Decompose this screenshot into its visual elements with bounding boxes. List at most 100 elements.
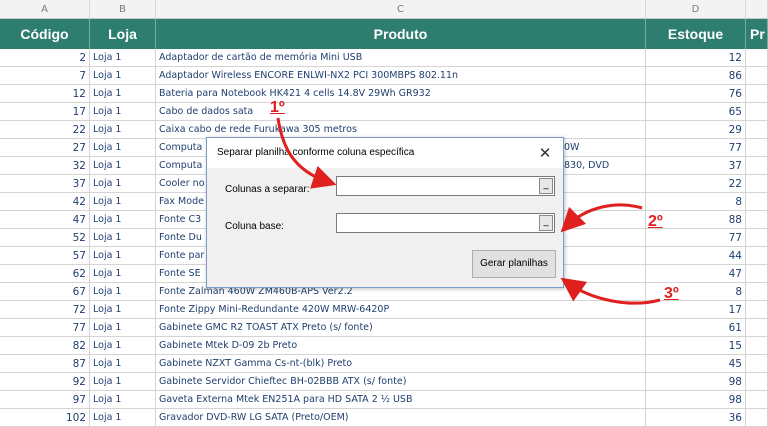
cell-extra[interactable] xyxy=(746,283,768,301)
cell-codigo[interactable]: 2 xyxy=(0,49,90,67)
cell-loja[interactable]: Loja 1 xyxy=(90,49,156,67)
cell-estoque[interactable]: 44 xyxy=(646,247,746,265)
cell-codigo[interactable]: 97 xyxy=(0,391,90,409)
cell-codigo[interactable]: 52 xyxy=(0,229,90,247)
cell-estoque[interactable]: 47 xyxy=(646,265,746,283)
cell-codigo[interactable]: 27 xyxy=(0,139,90,157)
cell-extra[interactable] xyxy=(746,103,768,121)
cell-loja[interactable]: Loja 1 xyxy=(90,229,156,247)
cell-extra[interactable] xyxy=(746,319,768,337)
cell-estoque[interactable]: 98 xyxy=(646,391,746,409)
cell-extra[interactable] xyxy=(746,121,768,139)
cell-codigo[interactable]: 62 xyxy=(0,265,90,283)
close-icon[interactable]: ✕ xyxy=(535,143,555,163)
cell-extra[interactable] xyxy=(746,211,768,229)
cell-estoque[interactable]: 65 xyxy=(646,103,746,121)
cell-estoque[interactable]: 36 xyxy=(646,409,746,427)
cell-extra[interactable] xyxy=(746,157,768,175)
cell-loja[interactable]: Loja 1 xyxy=(90,175,156,193)
cell-produto[interactable]: Gabinete Mtek D-09 2b Preto xyxy=(156,337,646,355)
cell-loja[interactable]: Loja 1 xyxy=(90,265,156,283)
cell-estoque[interactable]: 12 xyxy=(646,49,746,67)
cell-estoque[interactable]: 77 xyxy=(646,139,746,157)
cell-loja[interactable]: Loja 1 xyxy=(90,121,156,139)
cell-loja[interactable]: Loja 1 xyxy=(90,373,156,391)
cell-codigo[interactable]: 87 xyxy=(0,355,90,373)
cell-loja[interactable]: Loja 1 xyxy=(90,67,156,85)
cell-loja[interactable]: Loja 1 xyxy=(90,193,156,211)
cell-codigo[interactable]: 22 xyxy=(0,121,90,139)
column-header-e[interactable] xyxy=(746,0,768,19)
gerar-planilhas-button[interactable]: Gerar planilhas xyxy=(472,250,556,278)
cell-extra[interactable] xyxy=(746,67,768,85)
cell-extra[interactable] xyxy=(746,175,768,193)
cell-estoque[interactable]: 22 xyxy=(646,175,746,193)
cell-codigo[interactable]: 72 xyxy=(0,301,90,319)
cell-codigo[interactable]: 7 xyxy=(0,67,90,85)
cell-extra[interactable] xyxy=(746,139,768,157)
cell-produto[interactable]: Adaptador de cartão de memória Mini USB xyxy=(156,49,646,67)
cell-estoque[interactable]: 45 xyxy=(646,355,746,373)
column-header-a[interactable]: A xyxy=(0,0,90,19)
colunas-separar-input[interactable]: _ xyxy=(336,176,555,196)
cell-produto[interactable]: Gabinete Servidor Chieftec BH-02BBB ATX … xyxy=(156,373,646,391)
cell-extra[interactable] xyxy=(746,193,768,211)
cell-produto[interactable]: Bateria para Notebook HK421 4 cells 14.8… xyxy=(156,85,646,103)
cell-codigo[interactable]: 47 xyxy=(0,211,90,229)
cell-extra[interactable] xyxy=(746,247,768,265)
cell-produto[interactable]: Gravador DVD-RW LG SATA (Preto/OEM) xyxy=(156,409,646,427)
cell-codigo[interactable]: 102 xyxy=(0,409,90,427)
cell-estoque[interactable]: 37 xyxy=(646,157,746,175)
cell-loja[interactable]: Loja 1 xyxy=(90,409,156,427)
cell-estoque[interactable]: 29 xyxy=(646,121,746,139)
cell-loja[interactable]: Loja 1 xyxy=(90,247,156,265)
header-produto[interactable]: Produto xyxy=(156,19,646,49)
cell-loja[interactable]: Loja 1 xyxy=(90,283,156,301)
cell-loja[interactable]: Loja 1 xyxy=(90,211,156,229)
cell-codigo[interactable]: 82 xyxy=(0,337,90,355)
cell-loja[interactable]: Loja 1 xyxy=(90,391,156,409)
cell-extra[interactable] xyxy=(746,355,768,373)
cell-produto[interactable]: Gabinete NZXT Gamma Cs-nt-(blk) Preto xyxy=(156,355,646,373)
cell-loja[interactable]: Loja 1 xyxy=(90,139,156,157)
cell-codigo[interactable]: 12 xyxy=(0,85,90,103)
cell-loja[interactable]: Loja 1 xyxy=(90,85,156,103)
column-header-b[interactable]: B xyxy=(90,0,156,19)
cell-estoque[interactable]: 61 xyxy=(646,319,746,337)
cell-loja[interactable]: Loja 1 xyxy=(90,103,156,121)
cell-estoque[interactable]: 86 xyxy=(646,67,746,85)
cell-extra[interactable] xyxy=(746,265,768,283)
cell-codigo[interactable]: 37 xyxy=(0,175,90,193)
range-select-button[interactable]: _ xyxy=(539,215,553,231)
cell-produto[interactable]: Adaptador Wireless ENCORE ENLWI-NX2 PCI … xyxy=(156,67,646,85)
cell-loja[interactable]: Loja 1 xyxy=(90,157,156,175)
cell-loja[interactable]: Loja 1 xyxy=(90,319,156,337)
cell-estoque[interactable]: 76 xyxy=(646,85,746,103)
cell-estoque[interactable]: 17 xyxy=(646,301,746,319)
cell-codigo[interactable]: 42 xyxy=(0,193,90,211)
cell-extra[interactable] xyxy=(746,301,768,319)
coluna-base-input[interactable]: _ xyxy=(336,213,555,233)
range-select-button[interactable]: _ xyxy=(539,178,553,194)
cell-extra[interactable] xyxy=(746,409,768,427)
cell-extra[interactable] xyxy=(746,391,768,409)
cell-estoque[interactable]: 98 xyxy=(646,373,746,391)
cell-extra[interactable] xyxy=(746,373,768,391)
cell-estoque[interactable]: 15 xyxy=(646,337,746,355)
cell-codigo[interactable]: 77 xyxy=(0,319,90,337)
cell-produto[interactable]: Gaveta Externa Mtek EN251A para HD SATA … xyxy=(156,391,646,409)
cell-codigo[interactable]: 57 xyxy=(0,247,90,265)
cell-extra[interactable] xyxy=(746,337,768,355)
cell-codigo[interactable]: 32 xyxy=(0,157,90,175)
cell-codigo[interactable]: 67 xyxy=(0,283,90,301)
cell-estoque[interactable]: 8 xyxy=(646,193,746,211)
cell-extra[interactable] xyxy=(746,49,768,67)
header-extra[interactable]: Pr xyxy=(746,19,768,49)
cell-loja[interactable]: Loja 1 xyxy=(90,301,156,319)
header-loja[interactable]: Loja xyxy=(90,19,156,49)
cell-estoque[interactable]: 77 xyxy=(646,229,746,247)
cell-produto[interactable]: Cabo de dados sata xyxy=(156,103,646,121)
header-estoque[interactable]: Estoque xyxy=(646,19,746,49)
column-header-c[interactable]: C xyxy=(156,0,646,19)
cell-loja[interactable]: Loja 1 xyxy=(90,355,156,373)
